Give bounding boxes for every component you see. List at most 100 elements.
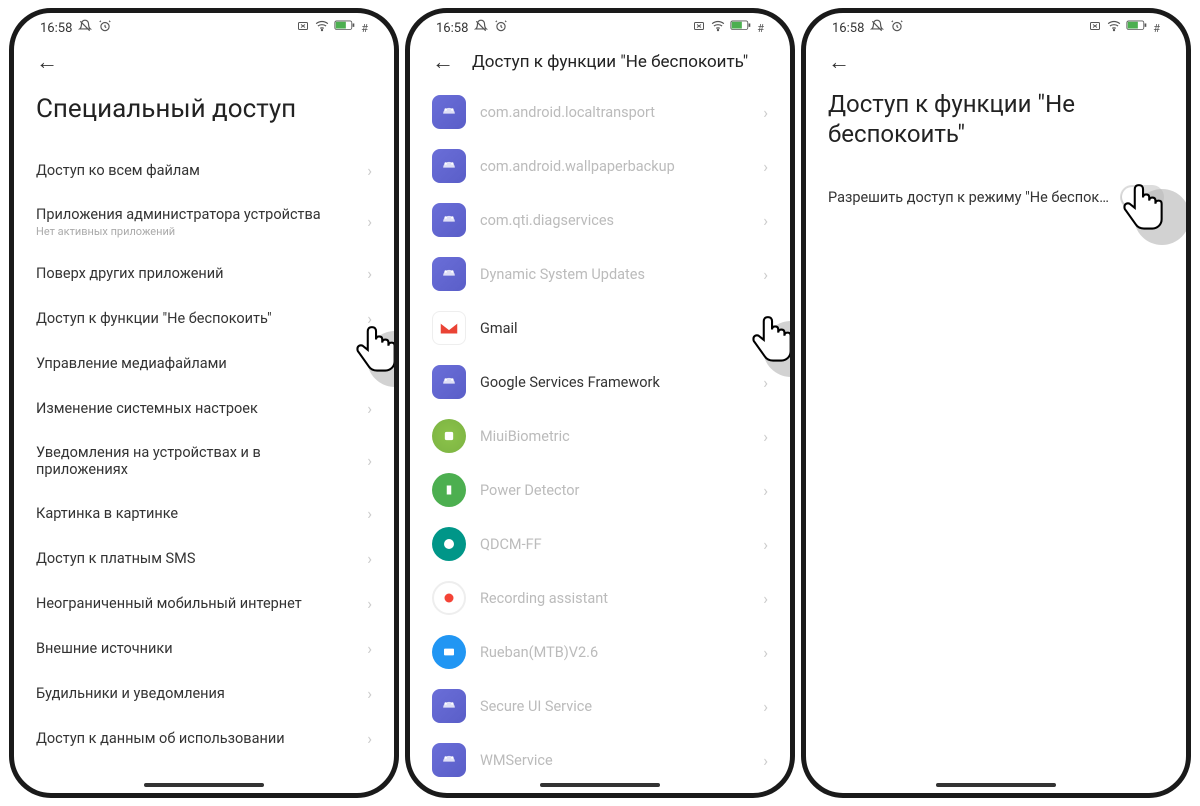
chevron-right-icon: › [763, 373, 768, 392]
phone-screen-3: 16:58 # ← Доступ к функции "Не беспокоит… [801, 8, 1191, 798]
page-title: Доступ к функции "Не беспокоить" [828, 81, 1164, 167]
bell-off-icon [870, 19, 884, 37]
chevron-right-icon: › [367, 354, 372, 373]
settings-row[interactable]: Уведомления на устройствах и в приложени… [36, 431, 372, 491]
hash-icon: # [757, 22, 764, 35]
chevron-right-icon: › [763, 103, 768, 122]
power-icon [432, 473, 466, 507]
chevron-right-icon: › [763, 589, 768, 608]
app-name: com.android.wallpaperbackup [480, 158, 749, 175]
wifi-icon [315, 19, 329, 37]
app-row[interactable]: Dynamic System Updates › [432, 247, 768, 301]
app-row[interactable]: Rueban(MTB)V2.6› [432, 625, 768, 679]
battery-icon [1126, 20, 1148, 36]
header-title: Доступ к функции "Не беспокоить" [472, 52, 748, 72]
app-row[interactable]: XRVD› [432, 787, 768, 789]
back-button[interactable]: ← [828, 49, 850, 75]
page-title: Специальный доступ [36, 81, 372, 148]
app-name: Secure UI Service [480, 698, 749, 715]
settings-row[interactable]: Доступ ко всем файлам› [36, 148, 372, 193]
green-icon [432, 419, 466, 453]
chevron-right-icon: › [763, 265, 768, 284]
android-icon [432, 689, 466, 723]
app-row[interactable]: MiuiBiometric› [432, 409, 768, 463]
chevron-right-icon: › [763, 751, 768, 770]
settings-row[interactable]: Приложения администратора устройства Нет … [36, 193, 372, 251]
qdcm-icon [432, 527, 466, 561]
nav-bar [540, 783, 660, 787]
chevron-right-icon: › [763, 211, 768, 230]
chevron-right-icon: › [367, 212, 372, 231]
settings-row[interactable]: Доступ к функции "Не беспокоить" › [36, 296, 372, 341]
row-label: Приложения администратора устройства [36, 206, 321, 223]
row-label: Неограниченный мобильный интернет [36, 595, 302, 612]
app-name: Google Services Framework [480, 374, 749, 391]
app-name: com.android.localtransport [480, 104, 749, 121]
settings-row[interactable]: Доступ к платным SMS› [36, 536, 372, 581]
chevron-right-icon: › [367, 309, 372, 328]
wifi-icon [1107, 19, 1121, 37]
status-time: 16:58 [436, 21, 468, 36]
settings-row[interactable]: Управление медиафайлами › [36, 341, 372, 386]
app-row[interactable]: Google Services Framework › [432, 355, 768, 409]
chevron-right-icon: › [367, 594, 372, 613]
chevron-right-icon: › [763, 427, 768, 446]
app-row[interactable]: com.qti.diagservices › [432, 193, 768, 247]
app-row[interactable]: WMService › [432, 733, 768, 787]
toggle-label: Разрешить доступ к режиму "Не беспок… [828, 189, 1109, 206]
hash-icon: # [1153, 22, 1160, 35]
alarm-icon [494, 19, 508, 37]
settings-row[interactable]: Будильники и уведомления › [36, 671, 372, 716]
chevron-right-icon: › [367, 684, 372, 703]
app-name: QDCM-FF [480, 536, 749, 553]
app-name: com.qti.diagservices [480, 212, 749, 229]
back-button[interactable]: ← [432, 49, 454, 75]
chevron-right-icon: › [367, 451, 372, 470]
settings-row[interactable]: Поверх других приложений› [36, 251, 372, 296]
app-row[interactable]: Recording assistant › [432, 571, 768, 625]
battery-icon [730, 20, 752, 36]
app-row[interactable]: QDCM-FF› [432, 517, 768, 571]
app-name: Recording assistant [480, 590, 749, 607]
chevron-right-icon: › [367, 729, 372, 748]
app-row[interactable]: Gmail› [432, 301, 768, 355]
row-label: Управление медиафайлами [36, 355, 227, 372]
app-row[interactable]: com.android.localtransport › [432, 85, 768, 139]
row-sublabel: Нет активных приложений [36, 225, 321, 238]
row-label: Доступ к функции "Не беспокоить" [36, 310, 272, 327]
wifi-icon [711, 19, 725, 37]
toggle-switch[interactable] [1120, 185, 1164, 209]
settings-row[interactable]: Доступ к данным об использовании › [36, 716, 372, 761]
toggle-row[interactable]: Разрешить доступ к режиму "Не беспок… [828, 167, 1164, 227]
chevron-right-icon: › [763, 481, 768, 500]
phone-screen-1: 16:58 # ← Специальный доступ Доступ ко в… [9, 8, 399, 798]
back-button[interactable]: ← [36, 49, 58, 75]
bell-off-icon [78, 19, 92, 37]
blue-icon [432, 635, 466, 669]
nav-bar [936, 783, 1056, 787]
android-icon [432, 743, 466, 777]
app-name: Dynamic System Updates [480, 266, 749, 283]
android-icon [432, 95, 466, 129]
app-row[interactable]: Power Detector › [432, 463, 768, 517]
status-time: 16:58 [832, 21, 864, 36]
app-row[interactable]: com.android.wallpaperbackup› [432, 139, 768, 193]
app-row[interactable]: Secure UI Service› [432, 679, 768, 733]
row-label: Будильники и уведомления [36, 685, 225, 702]
app-name: WMService [480, 752, 749, 769]
settings-row[interactable]: Изменение системных настроек› [36, 386, 372, 431]
row-label: Доступ к платным SMS [36, 550, 195, 567]
status-bar: 16:58 # [806, 13, 1186, 39]
x-box-icon [692, 20, 706, 36]
row-label: Внешние источники [36, 640, 173, 657]
android-icon [432, 257, 466, 291]
settings-row[interactable]: Неограниченный мобильный интернет › [36, 581, 372, 626]
alarm-icon [890, 19, 904, 37]
gmail-icon [432, 311, 466, 345]
nav-bar [144, 783, 264, 787]
row-label: Доступ к данным об использовании [36, 730, 285, 747]
app-name: Power Detector [480, 482, 749, 499]
settings-row[interactable]: Внешние источники› [36, 626, 372, 671]
battery-icon [334, 20, 356, 36]
settings-row[interactable]: Картинка в картинке› [36, 491, 372, 536]
